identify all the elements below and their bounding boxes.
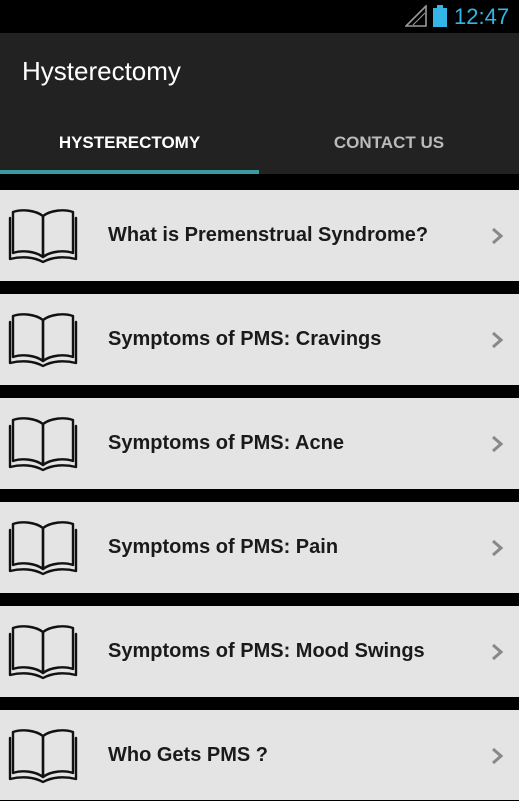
list-item[interactable]: What is Premenstrual Syndrome? xyxy=(0,190,519,281)
chevron-right-icon xyxy=(492,539,504,557)
book-icon xyxy=(8,521,78,576)
tab-bar: HYSTERECTOMY CONTACT US xyxy=(0,111,519,174)
chevron-right-icon xyxy=(492,747,504,765)
book-icon xyxy=(8,625,78,680)
book-icon xyxy=(8,417,78,472)
list-item-label: What is Premenstrual Syndrome? xyxy=(108,224,429,246)
list-item-label: Symptoms of PMS: Acne xyxy=(108,432,344,454)
book-icon xyxy=(8,729,78,784)
tab-selected-indicator xyxy=(0,170,259,174)
book-icon xyxy=(8,209,78,264)
tab-contact-us[interactable]: CONTACT US xyxy=(259,111,519,174)
list-item[interactable]: Who Gets PMS ? xyxy=(0,710,519,800)
tab-contact-us-label: CONTACT US xyxy=(333,133,445,152)
chevron-right-icon xyxy=(492,227,504,245)
list-item-label: Symptoms of PMS: Mood Swings xyxy=(108,640,425,662)
list-item-label: Who Gets PMS ? xyxy=(108,744,268,766)
action-bar: Hysterectomy xyxy=(0,33,519,111)
list-item[interactable]: Symptoms of PMS: Mood Swings xyxy=(0,606,519,697)
tab-hysterectomy[interactable]: HYSTERECTOMY xyxy=(0,111,259,174)
chevron-right-icon xyxy=(492,331,504,349)
status-bar: 12:47 xyxy=(0,0,519,33)
list-item[interactable]: Symptoms of PMS: Acne xyxy=(0,398,519,489)
list-item-label: Symptoms of PMS: Pain xyxy=(108,536,339,558)
signal-icon xyxy=(405,5,427,27)
chevron-right-icon xyxy=(492,435,504,453)
tab-hysterectomy-label: HYSTERECTOMY xyxy=(58,133,201,152)
book-icon xyxy=(8,313,78,368)
chevron-right-icon xyxy=(492,643,504,661)
battery-icon xyxy=(433,5,447,27)
app-title: Hysterectomy xyxy=(22,56,181,86)
status-time: 12:47 xyxy=(454,4,510,29)
list-item[interactable]: Symptoms of PMS: Pain xyxy=(0,502,519,593)
list-item[interactable]: Symptoms of PMS: Cravings xyxy=(0,294,519,385)
list-item-label: Symptoms of PMS: Cravings xyxy=(108,328,382,350)
